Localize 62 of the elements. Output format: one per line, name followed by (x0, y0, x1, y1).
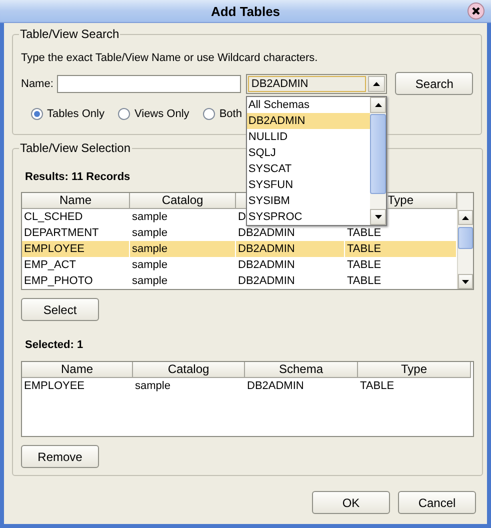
table-cell: sample (135, 380, 170, 392)
table-cell: sample (132, 243, 168, 255)
radio-label[interactable]: Views Only (134, 108, 190, 120)
table-cell: EMP_ACT (24, 259, 76, 271)
dropdown-option[interactable]: SYSPROC (247, 208, 370, 224)
table-row[interactable]: EMPLOYEE sample DB2ADMIN TABLE (22, 241, 457, 257)
scroll-bar[interactable] (457, 193, 473, 289)
table-cell: EMPLOYEE (24, 243, 85, 255)
table-cell: D (238, 211, 246, 223)
radio-button[interactable] (118, 108, 130, 120)
table-cell: sample (132, 211, 168, 223)
table-cell: CL_SCHED (24, 211, 83, 223)
table-cell: DB2ADMIN (247, 380, 304, 392)
table-cell: DEPARTMENT (24, 227, 99, 239)
instruction-text: Type the exact Table/View Name or use Wildcard characters. (21, 52, 319, 64)
radio-button[interactable] (31, 108, 43, 120)
dialog-button[interactable]: OK (312, 491, 390, 514)
table-cell: EMPLOYEE (24, 380, 85, 392)
table-cell: sample (132, 259, 168, 271)
table-cell: TABLE (347, 259, 382, 271)
table-cell: TABLE (347, 275, 382, 287)
dropdown-option[interactable]: DB2ADMIN (247, 112, 370, 128)
group-title: Table/View Search (19, 27, 120, 41)
remove-button[interactable]: Remove (21, 445, 99, 468)
radio-label[interactable]: Both (219, 108, 242, 120)
table-row[interactable]: EMPLOYEE sample DB2ADMIN TABLE (22, 378, 473, 394)
column-header[interactable]: Type (358, 362, 471, 378)
dropdown-option[interactable]: SYSCAT (247, 160, 370, 176)
table-cell: DB2ADMIN (238, 227, 295, 239)
table-cell: sample (132, 227, 168, 239)
column-header[interactable]: Name (22, 362, 133, 378)
close-button[interactable] (467, 2, 485, 20)
selected-count: Selected: 1 (25, 339, 84, 351)
select-button[interactable]: Select (21, 298, 99, 321)
table-cell: EMP_PHOTO (24, 275, 93, 287)
column-header[interactable]: Schema (245, 362, 358, 378)
dialog-button[interactable]: Cancel (398, 491, 476, 514)
column-header[interactable]: Name (22, 193, 130, 209)
table-cell: TABLE (347, 227, 382, 239)
scroll-bar[interactable] (370, 96, 386, 224)
column-header[interactable]: Catalog (133, 362, 245, 378)
search-button[interactable]: Search (395, 72, 474, 95)
table-cell: TABLE (347, 243, 382, 255)
results-count: Results: 11 Records (25, 171, 130, 183)
field-label: Name: (21, 78, 54, 90)
table-cell: DB2ADMIN (238, 275, 295, 287)
radio-button[interactable] (203, 108, 216, 120)
caret-icon (373, 82, 380, 86)
dropdown-option[interactable]: SQLJ (247, 144, 370, 160)
dropdown-option[interactable]: SYSFUN (247, 176, 370, 192)
radio-label[interactable]: Tables Only (47, 108, 104, 120)
close-icon (467, 2, 485, 20)
table-cell: TABLE (360, 380, 394, 392)
dropdown-option[interactable]: NULLID (247, 128, 370, 144)
window-title: Add Tables (210, 4, 280, 18)
column-header[interactable]: Catalog (130, 193, 236, 209)
table-cell: sample (132, 275, 168, 287)
group-title: Table/View Selection (19, 141, 132, 155)
table-cell: DB2ADMIN (238, 243, 295, 255)
name-field[interactable] (57, 74, 242, 92)
table-cell: DB2ADMIN (238, 259, 295, 271)
dropdown-option[interactable]: All Schemas (247, 96, 370, 112)
